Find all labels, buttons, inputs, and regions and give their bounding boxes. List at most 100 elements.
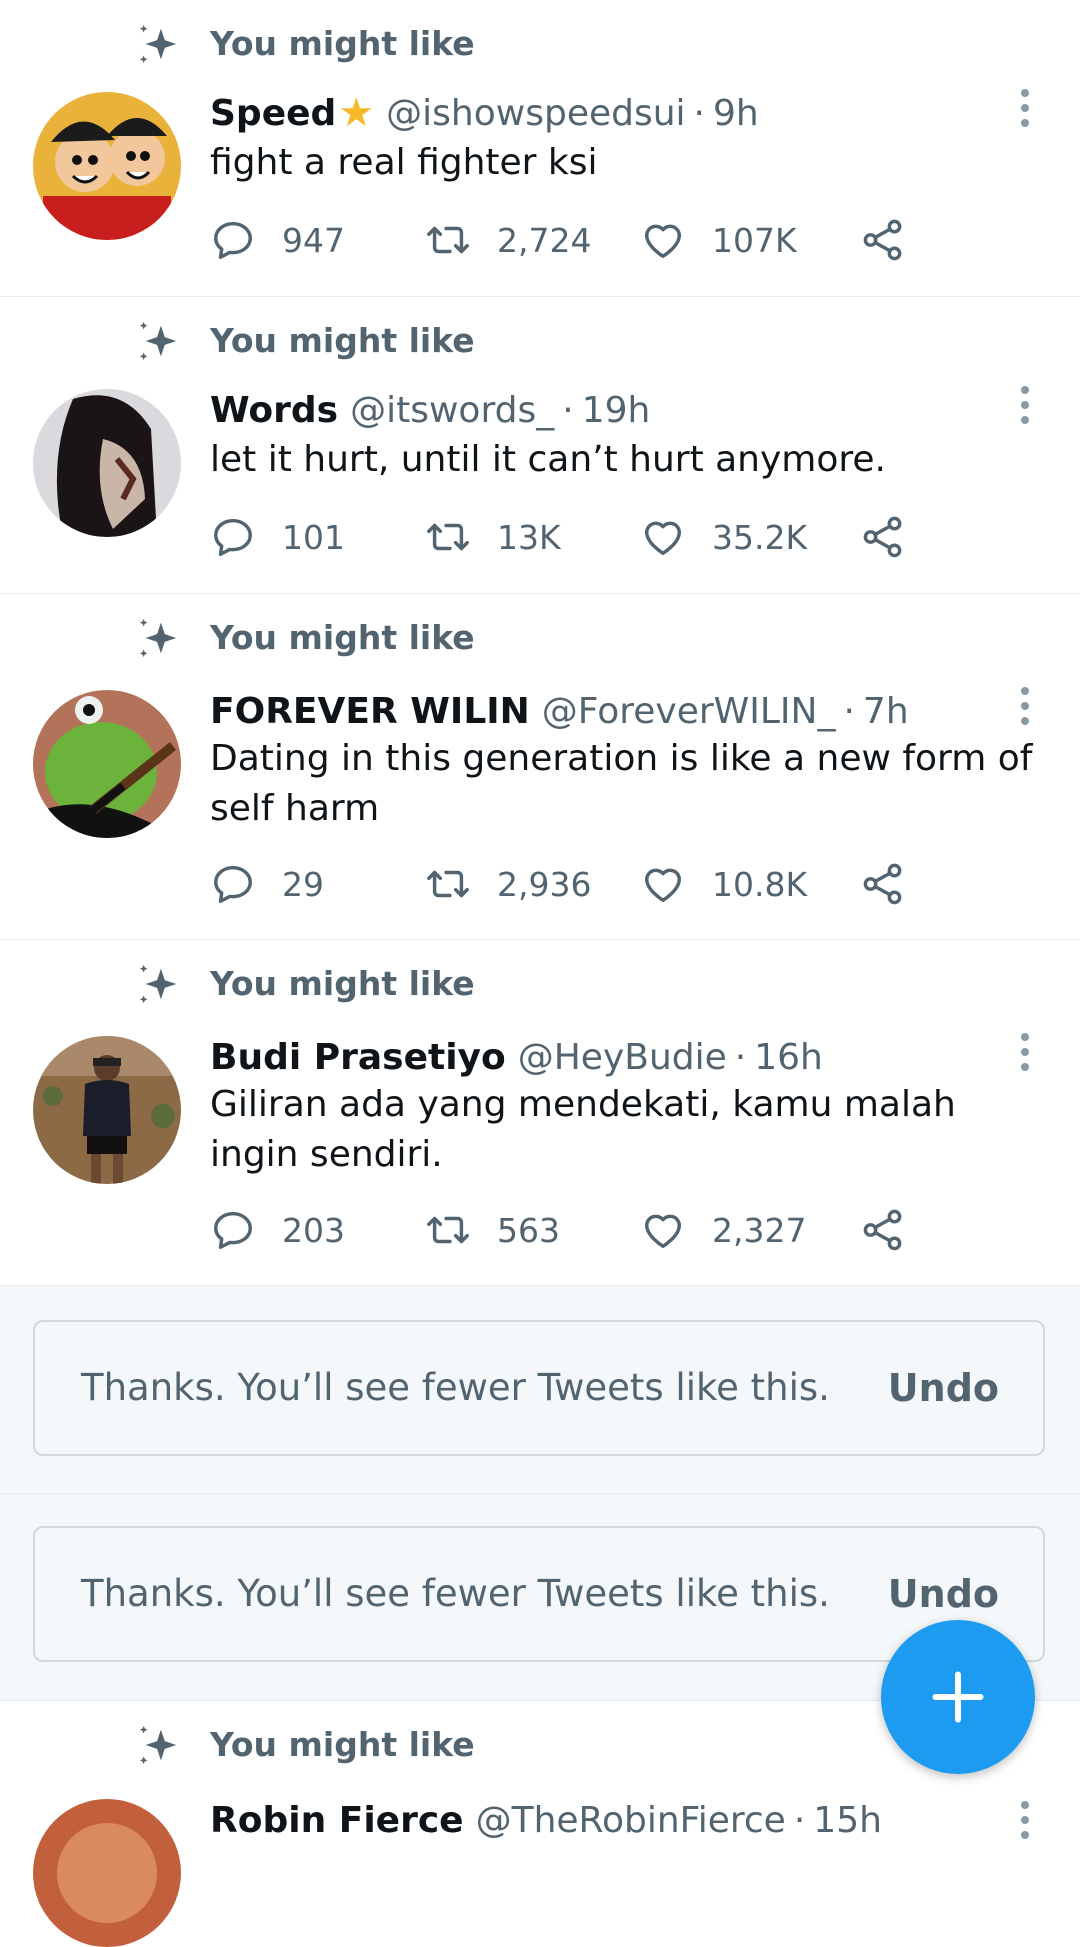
timestamp[interactable]: 15h [813,1800,882,1841]
like-count: 107K [712,220,797,260]
retweet-button[interactable]: 2,936 [425,859,591,909]
reply-icon [210,861,256,907]
retweet-count: 563 [497,1210,560,1250]
like-icon [640,861,686,907]
share-button[interactable] [860,512,906,562]
like-button[interactable]: 2,327 [640,1205,806,1255]
user-handle[interactable]: @TheRobinFierce [476,1800,786,1841]
tweet-text: fight a real fighter ksi [210,142,598,183]
tweet[interactable]: You might like Words @itswords_ · 19h le… [0,297,1080,594]
share-button[interactable] [860,859,906,909]
avatar[interactable] [33,389,181,537]
reply-icon [210,217,256,263]
dot-separator: · [734,1036,747,1078]
feedback-message: Thanks. You’ll see fewer Tweets like thi… [81,1366,830,1409]
avatar[interactable] [33,1799,181,1947]
user-handle[interactable]: @itswords_ [350,390,554,431]
reply-icon [210,514,256,560]
context-header: You might like [136,22,475,66]
like-count: 10.8K [712,864,808,904]
display-name[interactable]: Words [210,390,338,431]
retweet-button[interactable]: 2,724 [425,215,591,265]
feedback-card: Thanks. You’ll see fewer Tweets like thi… [33,1320,1045,1456]
user-handle[interactable]: @ishowspeedsui [386,93,685,134]
retweet-count: 2,724 [497,220,592,260]
timestamp[interactable]: 9h [713,93,759,134]
reply-count: 101 [282,517,345,557]
retweet-icon [425,514,471,560]
display-name[interactable]: FOREVER WILIN [210,691,530,732]
context-header: You might like [136,318,475,364]
reply-button[interactable]: 203 [210,1205,345,1255]
like-count: 2,327 [712,1210,807,1250]
like-icon [640,217,686,263]
more-options-icon[interactable] [1010,1795,1040,1845]
share-icon [860,514,906,560]
more-options-icon[interactable] [1010,681,1040,731]
tweet-text: Dating in this generation is like a new … [210,738,1033,829]
tweet[interactable]: You might like Speed ★ @ishowspeedsui · … [0,0,1080,297]
context-header: You might like [136,615,475,661]
tweet-header: FOREVER WILIN @ForeverWILIN_ · 7h [210,686,909,736]
context-label: You might like [210,618,475,657]
timestamp[interactable]: 19h [582,390,651,431]
compose-tweet-button[interactable] [881,1620,1035,1774]
reply-button[interactable]: 29 [210,859,324,909]
retweet-icon [425,861,471,907]
share-button[interactable] [860,1205,906,1255]
dot-separator: · [793,1799,806,1841]
avatar[interactable] [33,92,181,240]
tweet[interactable]: You might like FOREVER WILIN @ForeverWIL… [0,594,1080,940]
reply-button[interactable]: 101 [210,512,345,562]
like-icon [640,514,686,560]
context-header: You might like [136,962,475,1006]
retweet-count: 13K [497,517,561,557]
retweet-button[interactable]: 13K [425,512,561,562]
undo-button[interactable]: Undo [888,1322,999,1454]
share-icon [860,217,906,263]
tweet-actions: 29 2,936 10.8K [210,859,910,909]
tweet-text: Giliran ada yang mendekati, kamu malah i… [210,1084,956,1175]
star-badge-icon: ★ [338,90,375,136]
like-button[interactable]: 107K [640,215,797,265]
share-button[interactable] [860,215,906,265]
display-name[interactable]: Budi Prasetiyo [210,1037,506,1078]
more-options-icon[interactable] [1010,1027,1040,1077]
timestamp[interactable]: 7h [863,691,909,732]
user-handle[interactable]: @HeyBudie [518,1037,727,1078]
more-options-icon[interactable] [1010,83,1040,133]
like-button[interactable]: 35.2K [640,512,807,562]
feedback-message: Thanks. You’ll see fewer Tweets like thi… [81,1572,830,1615]
reply-button[interactable]: 947 [210,215,345,265]
tweet-header: Budi Prasetiyo @HeyBudie · 16h [210,1032,823,1082]
user-handle[interactable]: @ForeverWILIN_ [542,691,836,732]
avatar[interactable] [33,690,181,838]
more-options-icon[interactable] [1010,380,1040,430]
timestamp[interactable]: 16h [754,1037,823,1078]
context-header: You might like [136,1723,475,1767]
tweet[interactable]: You might like Budi Prasetiyo @HeyBudie … [0,940,1080,1286]
tweet-actions: 947 2,724 107K [210,215,910,265]
tweet-text: let it hurt, until it can’t hurt anymore… [210,439,887,480]
context-label: You might like [210,321,475,360]
like-icon [640,1207,686,1253]
retweet-icon [425,1207,471,1253]
context-label: You might like [210,24,475,63]
reply-icon [210,1207,256,1253]
share-icon [860,1207,906,1253]
sparkle-icon [136,318,182,364]
feedback-card: Thanks. You’ll see fewer Tweets like thi… [33,1526,1045,1662]
reply-count: 29 [282,864,324,904]
like-count: 35.2K [712,517,808,557]
retweet-icon [425,217,471,263]
like-button[interactable]: 10.8K [640,859,807,909]
display-name[interactable]: Robin Fierce [210,1800,464,1841]
sparkle-icon [136,615,182,661]
dot-separator: · [693,92,705,134]
context-label: You might like [210,964,475,1003]
tweet-actions: 203 563 2,327 [210,1205,910,1255]
retweet-button[interactable]: 563 [425,1205,560,1255]
display-name[interactable]: Speed [210,93,336,134]
reply-count: 203 [282,1210,345,1250]
avatar[interactable] [33,1036,181,1184]
